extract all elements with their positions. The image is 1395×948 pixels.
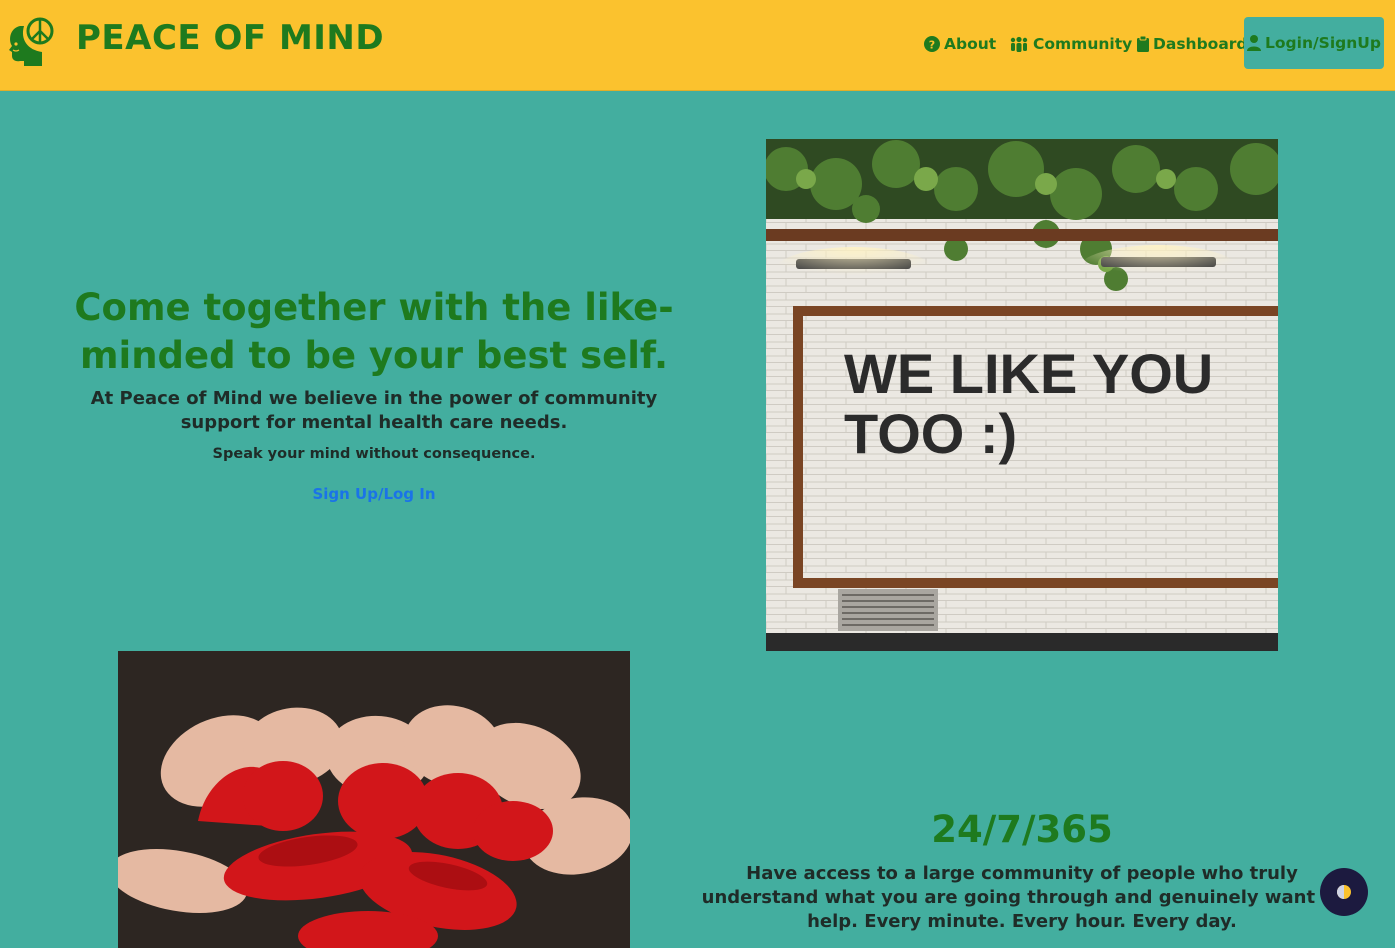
hero-subtitle: At Peace of Mind we believe in the power…: [90, 388, 658, 433]
navbar: PEACE OF MIND ? About Community Dashboar…: [0, 0, 1395, 91]
signup-login-link[interactable]: Sign Up/Log In: [60, 485, 688, 503]
sign-line2: TOO :): [844, 402, 1017, 465]
painted-hands-image: [118, 651, 630, 948]
question-circle-icon: ?: [924, 36, 940, 52]
nav-community-label: Community: [1033, 35, 1133, 53]
hands-heart-illustration: [118, 651, 630, 948]
stat-text: Have access to a large community of peop…: [701, 863, 1343, 932]
nav-about[interactable]: ? About: [924, 33, 996, 55]
login-signup-label: Login/SignUp: [1265, 34, 1381, 52]
nav-about-label: About: [944, 35, 997, 53]
nav-community[interactable]: Community: [1009, 33, 1132, 55]
hero-tagline: Speak your mind without consequence.: [212, 446, 536, 462]
svg-text:?: ?: [929, 39, 935, 52]
we-like-you-image: WE LIKE YOU TOO :): [766, 139, 1278, 651]
nav-dashboard-label: Dashboard: [1153, 35, 1248, 53]
theme-toggle-button[interactable]: [1320, 868, 1368, 916]
clipboard-icon: [1137, 36, 1149, 52]
head-peace-icon[interactable]: [6, 16, 58, 66]
brand-name[interactable]: PEACE OF MIND: [76, 18, 384, 58]
wall-sign-illustration: WE LIKE YOU TOO :): [766, 139, 1278, 651]
user-icon: [1247, 35, 1262, 51]
stat-title: 24/7/365: [931, 808, 1113, 851]
people-group-icon: [1010, 36, 1028, 52]
half-circle-icon: [1337, 885, 1351, 899]
nav-dashboard[interactable]: Dashboard: [1137, 33, 1248, 55]
login-signup-button[interactable]: Login/SignUp: [1244, 17, 1384, 69]
sign-line1: WE LIKE YOU: [844, 342, 1213, 405]
hero-title: Come together with the like-minded to be…: [74, 286, 674, 377]
